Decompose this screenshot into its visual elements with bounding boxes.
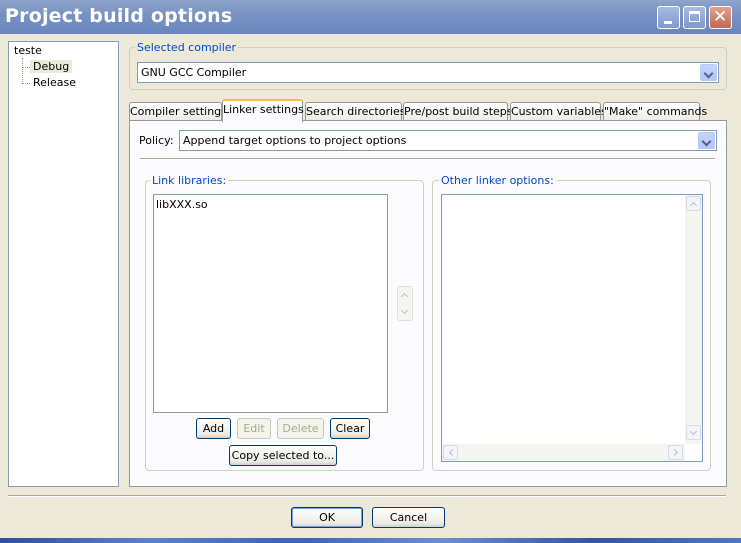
- tree-line: [22, 58, 23, 84]
- link-libraries-list[interactable]: libXXX.so: [153, 194, 388, 413]
- maximize-icon: [689, 11, 700, 22]
- policy-select[interactable]: Append target options to project options: [179, 130, 717, 151]
- scroll-left-icon[interactable]: [443, 445, 458, 460]
- policy-select-value: Append target options to project options: [183, 134, 407, 147]
- tree-line: [22, 83, 30, 84]
- tree-node-root[interactable]: teste: [14, 44, 42, 57]
- other-linker-options-label: Other linker options:: [439, 174, 556, 187]
- tab-compiler-settings[interactable]: Compiler settings: [129, 102, 227, 121]
- tab-pre-post-build-steps[interactable]: Pre/post build steps: [403, 102, 513, 121]
- close-icon: ✕: [713, 7, 728, 27]
- chevron-down-icon[interactable]: [698, 132, 715, 149]
- tab-make-commands[interactable]: "Make" commands: [603, 102, 707, 121]
- vertical-scrollbar[interactable]: [685, 195, 702, 444]
- selected-compiler-label: Selected compiler: [135, 41, 239, 54]
- compiler-select[interactable]: GNU GCC Compiler: [137, 62, 719, 83]
- tree-node-release[interactable]: Release: [33, 76, 76, 89]
- build-target-tree[interactable]: teste Debug Release: [8, 41, 119, 487]
- scroll-right-icon[interactable]: [668, 445, 683, 460]
- scroll-up-icon[interactable]: [686, 196, 701, 211]
- edit-button[interactable]: Edit: [237, 418, 271, 439]
- maximize-button[interactable]: [683, 6, 706, 29]
- other-linker-options-textarea[interactable]: [441, 194, 703, 462]
- close-button[interactable]: ✕: [709, 6, 732, 29]
- window-title: Project build options: [5, 5, 233, 27]
- title-bar[interactable]: Project build options ✕: [0, 0, 741, 34]
- tree-line: [22, 67, 30, 68]
- minimize-icon: [664, 21, 672, 24]
- tab-custom-variables[interactable]: Custom variables: [510, 102, 607, 121]
- taskbar-strip: [0, 538, 741, 543]
- horizontal-scrollbar[interactable]: [442, 444, 685, 461]
- link-libraries-label: Link libraries:: [150, 174, 229, 187]
- clear-button[interactable]: Clear: [330, 418, 370, 439]
- scroll-down-icon[interactable]: [686, 425, 701, 440]
- cancel-button[interactable]: Cancel: [372, 507, 445, 528]
- reorder-spinner[interactable]: [397, 286, 413, 321]
- tab-search-directories[interactable]: Search directories: [305, 102, 406, 121]
- separator: [8, 495, 726, 497]
- chevron-down-icon[interactable]: [700, 64, 717, 81]
- copy-selected-button[interactable]: Copy selected to...: [229, 445, 337, 466]
- move-up-icon[interactable]: [398, 288, 413, 303]
- ok-button[interactable]: OK: [291, 507, 363, 528]
- policy-label: Policy:: [139, 134, 174, 147]
- compiler-select-value: GNU GCC Compiler: [141, 66, 247, 79]
- tree-node-debug[interactable]: Debug: [30, 60, 73, 73]
- delete-button[interactable]: Delete: [277, 418, 324, 439]
- separator: [140, 158, 715, 160]
- add-button[interactable]: Add: [196, 418, 231, 439]
- minimize-button[interactable]: [657, 6, 680, 29]
- move-down-icon[interactable]: [398, 305, 413, 320]
- list-item[interactable]: libXXX.so: [156, 198, 208, 211]
- tab-linker-settings[interactable]: Linker settings: [222, 99, 304, 122]
